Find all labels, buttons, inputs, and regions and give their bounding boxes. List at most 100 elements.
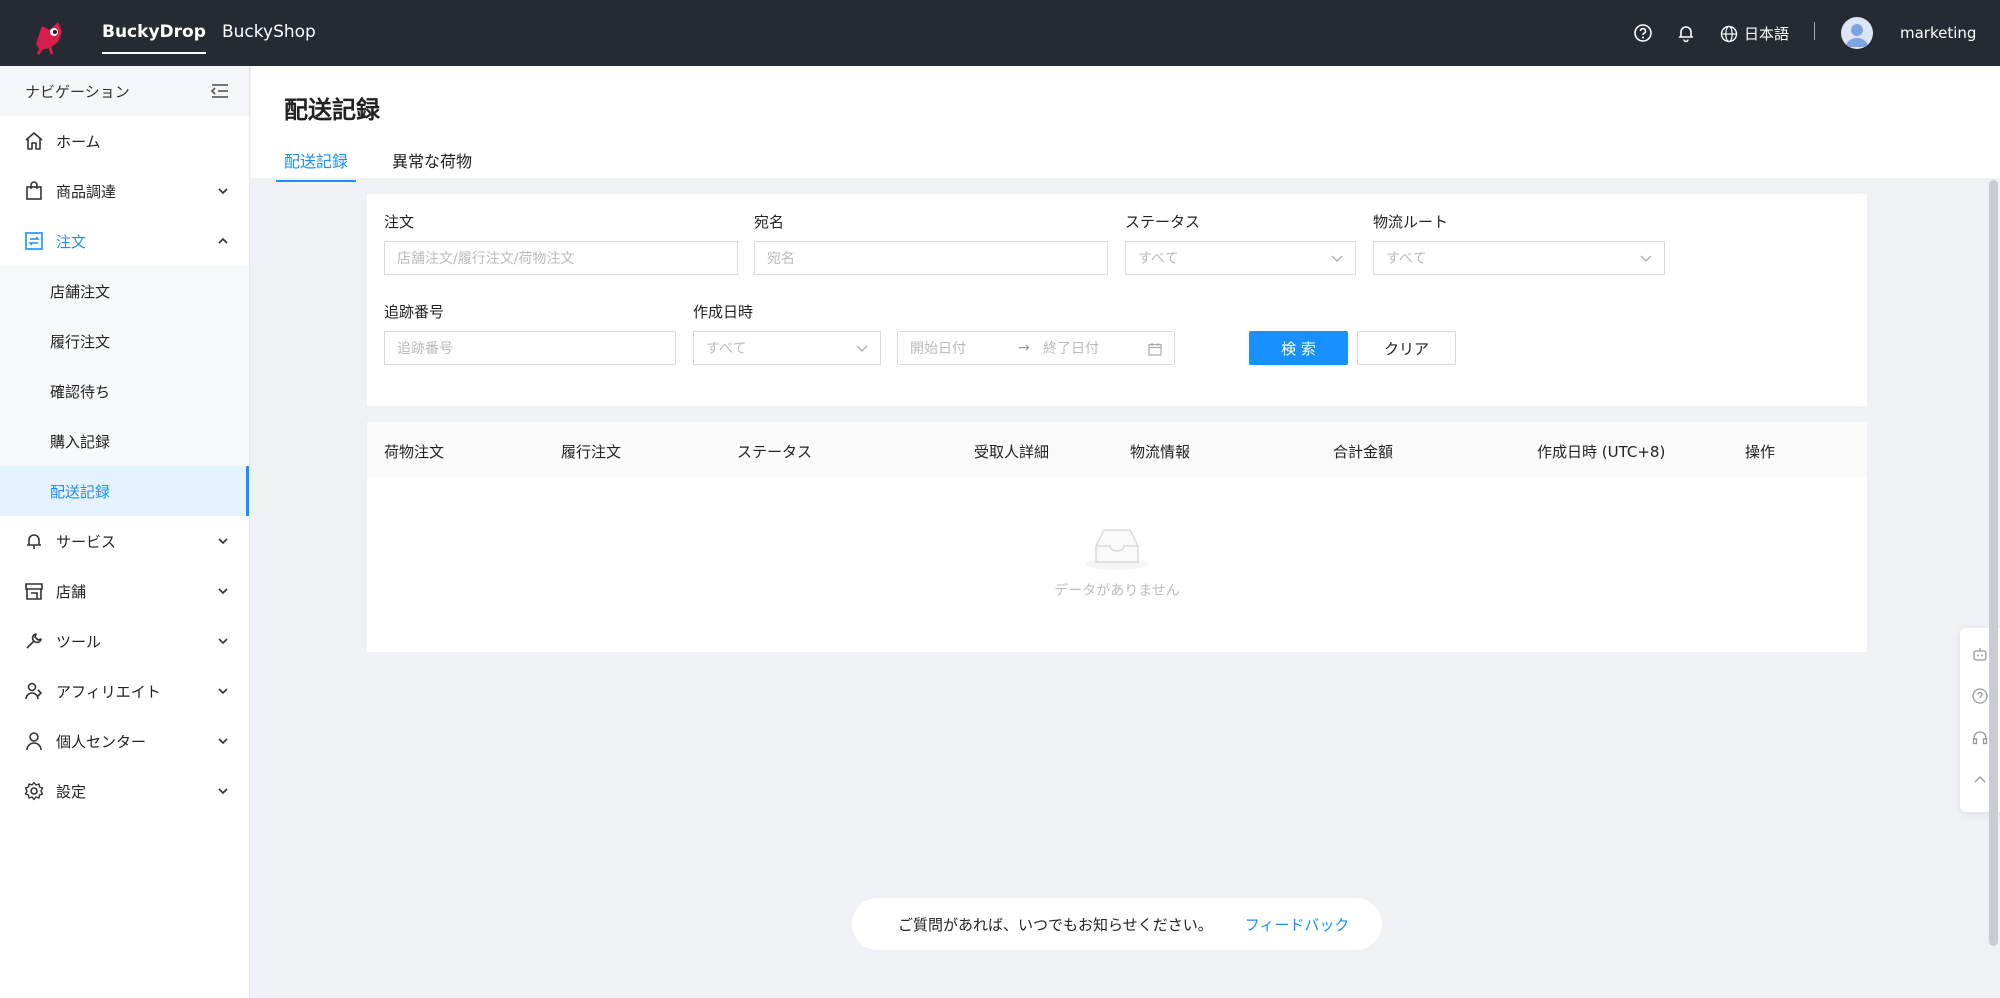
topbar-divider xyxy=(1814,22,1815,40)
buckydrop-logo-icon[interactable] xyxy=(28,14,70,56)
sidebar-item-label: 設定 xyxy=(56,782,87,801)
feedback-banner: ご質問があれば、いつでもお知らせください。 フィードバック xyxy=(852,898,1382,950)
chevron-down-icon xyxy=(218,738,228,745)
feedback-link[interactable]: フィードバック xyxy=(1245,914,1350,935)
sidebar-item-label: 店舗 xyxy=(56,582,87,601)
sidebar-subitem-store-orders[interactable]: 店舗注文 xyxy=(0,266,249,316)
tab-abnormal-packages[interactable]: 異常な荷物 xyxy=(384,148,480,180)
order-search-input[interactable]: 店舗注文/履行注文/荷物注文 xyxy=(384,241,738,275)
top-tab-buckydrop[interactable]: BuckyDrop xyxy=(102,22,206,54)
column-header-recipient-details: 受取人詳細 xyxy=(974,443,1050,461)
language-label: 日本語 xyxy=(1744,25,1790,43)
date-range-picker[interactable]: 開始日付 → 終了日付 xyxy=(897,331,1175,365)
feedback-text: ご質問があれば、いつでもお知らせください。 xyxy=(898,915,1213,934)
chevron-down-icon xyxy=(856,345,868,352)
created-filter-label: 作成日時 xyxy=(693,303,754,321)
recipient-filter-label: 宛名 xyxy=(754,213,785,231)
chevron-down-icon xyxy=(218,638,228,645)
chevron-down-icon xyxy=(1331,255,1343,262)
username[interactable]: marketing xyxy=(1900,24,1976,42)
tab-shipping-records[interactable]: 配送記録 xyxy=(276,148,357,182)
tracking-filter-label: 追跡番号 xyxy=(384,303,445,321)
recipient-input[interactable]: 宛名 xyxy=(754,241,1108,275)
table-header: 荷物注文 履行注文 ステータス 受取人詳細 物流情報 合計金額 作成日時 (UT… xyxy=(367,422,1867,478)
top-tab-buckyshop[interactable]: BuckyShop xyxy=(222,22,316,42)
status-filter-label: ステータス xyxy=(1125,213,1201,231)
chevron-down-icon xyxy=(218,688,228,695)
order-icon xyxy=(25,232,43,250)
records-table: 荷物注文 履行注文 ステータス 受取人詳細 物流情報 合計金額 作成日時 (UT… xyxy=(367,422,1867,652)
clear-button[interactable]: クリア xyxy=(1357,331,1456,365)
sidebar-item-personal-center[interactable]: 個人センター xyxy=(0,716,249,766)
sidebar-item-home[interactable]: ホーム xyxy=(0,116,249,166)
chevron-up-icon[interactable] xyxy=(1971,771,1989,789)
chevron-down-icon xyxy=(1640,255,1652,262)
wrench-icon xyxy=(26,633,42,649)
menu-collapse-icon[interactable] xyxy=(209,80,231,102)
user-icon xyxy=(26,732,42,751)
globe-icon xyxy=(1720,25,1738,42)
bag-icon xyxy=(26,181,42,200)
created-period-select[interactable]: すべて xyxy=(693,331,881,365)
arrow-right-icon: → xyxy=(1018,340,1030,356)
store-icon xyxy=(25,583,43,600)
robot-icon[interactable] xyxy=(1971,645,1989,663)
order-filter-label: 注文 xyxy=(384,213,415,231)
sidebar-subitem-pending-confirmation[interactable]: 確認待ち xyxy=(0,366,249,416)
sidebar: ナビゲーション ホーム 商品調達 注文 店舗注文 履行注文 確認待ち 購入記録 … xyxy=(0,66,250,998)
sidebar-item-label: 個人センター xyxy=(56,732,147,751)
start-date-input[interactable]: 開始日付 xyxy=(910,338,966,358)
empty-inbox-icon xyxy=(1085,529,1149,570)
sidebar-item-label: 商品調達 xyxy=(56,182,117,201)
sidebar-item-services[interactable]: サービス xyxy=(0,516,249,566)
avatar[interactable] xyxy=(1841,17,1873,49)
help-icon[interactable] xyxy=(1971,687,1989,705)
route-filter-label: 物流ルート xyxy=(1373,213,1449,231)
column-header-fulfillment-order: 履行注文 xyxy=(561,443,622,461)
top-bar: BuckyDrop BuckyShop 日本語 marketing xyxy=(0,0,2000,66)
sidebar-item-label: 注文 xyxy=(56,232,87,251)
column-header-actions: 操作 xyxy=(1745,443,1776,461)
sidebar-item-stores[interactable]: 店舗 xyxy=(0,566,249,616)
tracking-number-input[interactable]: 追跡番号 xyxy=(384,331,676,365)
page-header: 配送記録 配送記録 異常な荷物 xyxy=(251,66,2000,182)
gear-icon xyxy=(24,781,44,801)
column-header-total-amount: 合計金額 xyxy=(1333,443,1394,461)
status-select-value: すべて xyxy=(1138,251,1179,267)
sidebar-item-tools[interactable]: ツール xyxy=(0,616,249,666)
sidebar-subitem-purchase-records[interactable]: 購入記録 xyxy=(0,416,249,466)
help-icon[interactable] xyxy=(1632,22,1654,44)
headset-icon[interactable] xyxy=(1971,729,1989,747)
page-title: 配送記録 xyxy=(284,96,380,124)
bell-icon[interactable] xyxy=(1675,22,1697,44)
chevron-down-icon xyxy=(218,588,228,595)
column-header-logistics-info: 物流情報 xyxy=(1130,443,1191,461)
scrollbar[interactable] xyxy=(1989,180,1998,946)
created-select-value: すべて xyxy=(706,341,747,357)
sidebar-subitem-fulfillment-orders[interactable]: 履行注文 xyxy=(0,316,249,366)
affiliate-icon xyxy=(25,682,43,700)
end-date-input[interactable]: 終了日付 xyxy=(1043,338,1099,358)
column-header-package-order: 荷物注文 xyxy=(384,443,445,461)
logistics-route-select[interactable]: すべて xyxy=(1373,241,1665,275)
sidebar-item-settings[interactable]: 設定 xyxy=(0,766,249,816)
sidebar-subitem-shipping-records[interactable]: 配送記録 xyxy=(0,466,249,516)
chevron-down-icon xyxy=(218,788,228,795)
status-select[interactable]: すべて xyxy=(1125,241,1356,275)
chevron-down-icon xyxy=(218,188,228,195)
sidebar-item-label: サービス xyxy=(56,532,117,551)
avatar-user-icon xyxy=(1846,24,1868,47)
language-switcher[interactable]: 日本語 xyxy=(1720,23,1789,44)
column-header-status: ステータス xyxy=(737,443,813,461)
column-header-created-at: 作成日時 (UTC+8) xyxy=(1537,443,1666,461)
nav-header-label: ナビゲーション xyxy=(25,82,130,101)
sidebar-item-affiliate[interactable]: アフィリエイト xyxy=(0,666,249,716)
search-button[interactable]: 検 索 xyxy=(1249,331,1348,365)
chevron-down-icon xyxy=(218,538,228,545)
sidebar-item-label: ツール xyxy=(56,632,102,651)
nav-header: ナビゲーション xyxy=(0,66,249,116)
sidebar-item-label: ホーム xyxy=(56,132,101,151)
sidebar-item-orders[interactable]: 注文 xyxy=(0,216,249,266)
empty-state-text: データがありません xyxy=(1054,583,1180,599)
sidebar-item-sourcing[interactable]: 商品調達 xyxy=(0,166,249,216)
